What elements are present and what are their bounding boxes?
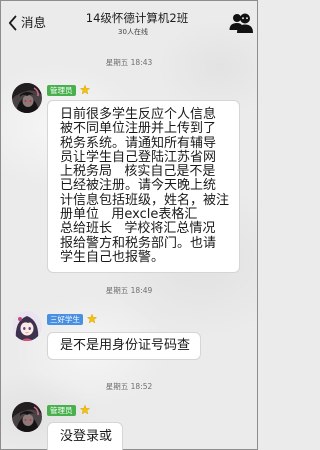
chat-message: 管理员 日前很多学生反应个人信息 被不同单位注册并上传到了 税务系统。请通知所有… — [0, 83, 258, 275]
message-timestamp: 星期五 18:52 — [105, 382, 153, 391]
avatar-image — [12, 402, 42, 432]
star-icon — [87, 314, 97, 324]
group-title: 14级怀德计算机2班 — [85, 11, 189, 25]
message-bubble[interactable]: 日前很多学生反应个人信息 被不同单位注册并上传到了 税务系统。请通知所有辅导 员… — [47, 100, 240, 274]
sender-avatar[interactable] — [12, 402, 42, 432]
sender-meta: 管理员 — [47, 404, 90, 416]
online-count: 30人在线 — [118, 28, 148, 36]
message-bubble[interactable]: 没登录或 — [47, 422, 124, 450]
avatar-image — [12, 83, 42, 113]
chat-header: 消息 14级怀德计算机2班 30人在线 — [0, 0, 258, 44]
star-icon — [79, 85, 90, 95]
message-bubble[interactable]: 是不是用身份证号码查 — [47, 332, 202, 360]
member-title-badge: 三好学生 — [47, 313, 83, 325]
sender-avatar[interactable] — [12, 83, 42, 113]
message-timestamp: 星期五 18:49 — [105, 286, 153, 295]
avatar-image — [12, 311, 42, 341]
member-title-badge: 管理员 — [47, 404, 76, 416]
group-members-button[interactable] — [229, 11, 253, 33]
chat-message: 三好学生 是不是用身份证号码查 — [0, 311, 258, 361]
star-icon — [79, 405, 90, 415]
message-timestamp: 星期五 18:43 — [105, 58, 153, 67]
chat-screen: 消息 14级怀德计算机2班 30人在线 星期五 18:43 管理员 日前很多学生… — [0, 0, 258, 450]
sender-meta: 三好学生 — [47, 313, 97, 325]
chat-message: 管理员 没登录或 — [0, 402, 258, 450]
group-members-icon — [229, 13, 253, 33]
sender-avatar[interactable] — [12, 311, 42, 341]
sender-meta: 管理员 — [47, 84, 90, 96]
member-title-badge: 管理员 — [47, 84, 76, 96]
